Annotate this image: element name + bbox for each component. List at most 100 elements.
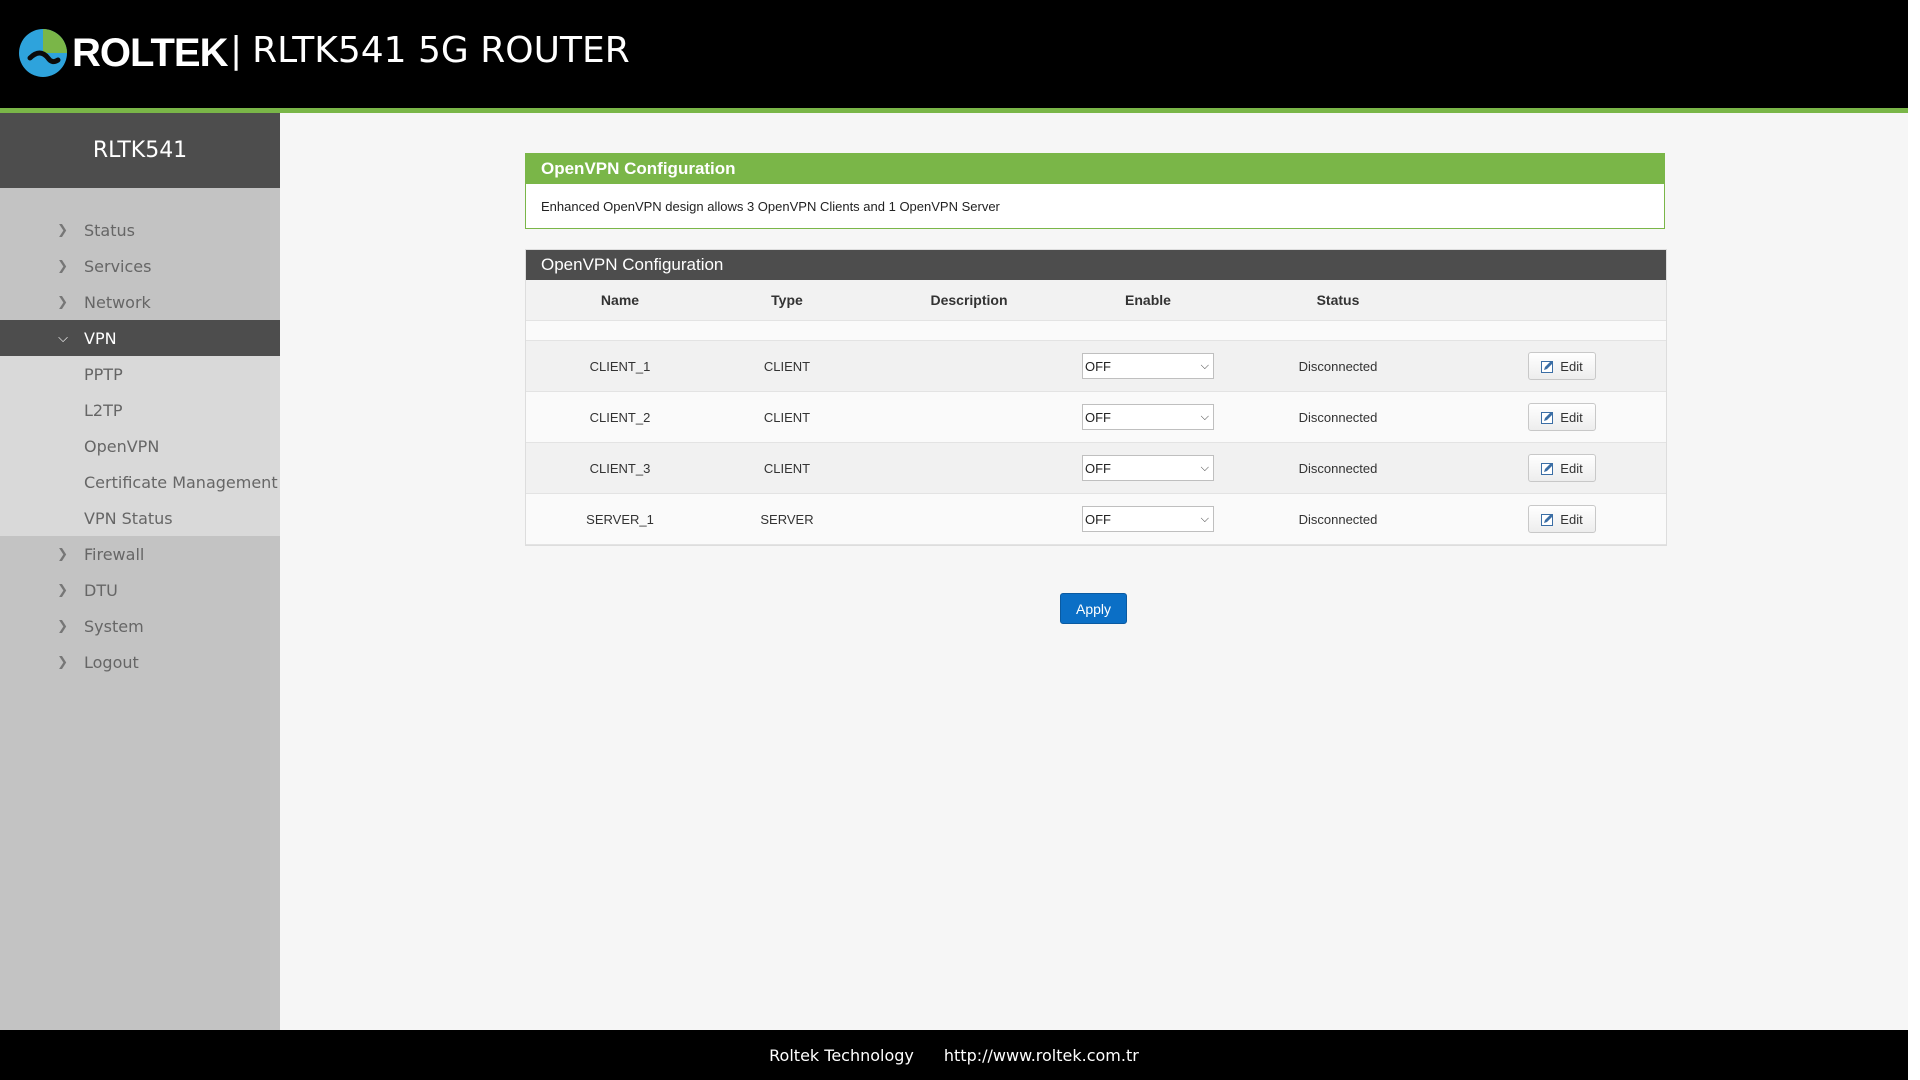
cell-action: Edit [1458, 352, 1666, 380]
cell-enable: OFF ⌵ [1078, 404, 1218, 430]
table-spacer-row [526, 320, 1666, 341]
submenu-item-pptp[interactable]: PPTP [0, 356, 280, 392]
chevron-right-icon: ❯ [57, 654, 68, 670]
cell-action: Edit [1458, 505, 1666, 533]
sidebar-title: RLTK541 [0, 113, 280, 188]
sidebar-item-firewall[interactable]: ❯ Firewall [0, 536, 280, 572]
submenu-item-vpn-status[interactable]: VPN Status [0, 500, 280, 536]
chevron-right-icon: ❯ [57, 258, 68, 274]
column-header-name: Name [600, 292, 640, 308]
vpn-submenu: PPTP L2TP OpenVPN Certificate Management… [0, 356, 280, 536]
cell-status: Disconnected [1298, 409, 1378, 425]
enable-select-value: OFF [1085, 460, 1111, 476]
cell-status: Disconnected [1298, 511, 1378, 527]
edit-icon [1541, 513, 1554, 526]
table-header-row: Name Type Description Enable Status [526, 280, 1666, 320]
info-panel-title: OpenVPN Configuration [526, 154, 1664, 184]
column-header-enable: Enable [1125, 292, 1171, 308]
chevron-down-icon: ⌵ [1200, 410, 1209, 423]
table-title: OpenVPN Configuration [526, 250, 1666, 280]
chevron-right-icon: ❯ [57, 618, 68, 634]
edit-button[interactable]: Edit [1528, 505, 1596, 533]
cell-status: Disconnected [1298, 358, 1378, 374]
apply-button[interactable]: Apply [1060, 593, 1127, 624]
edit-icon [1541, 411, 1554, 424]
sidebar-item-services[interactable]: ❯ Services [0, 248, 280, 284]
column-header-type: Type [771, 292, 803, 308]
chevron-right-icon: ❯ [57, 294, 68, 310]
sidebar-item-system[interactable]: ❯ System [0, 608, 280, 644]
cell-name: CLIENT_1 [589, 358, 651, 374]
sidebar-item-status[interactable]: ❯ Status [0, 212, 280, 248]
chevron-right-icon: ❯ [57, 546, 68, 562]
sidebar-item-label: System [84, 616, 144, 636]
edit-button-label: Edit [1560, 511, 1583, 527]
title-separator: | [230, 30, 243, 71]
column-header-description: Description [930, 292, 1008, 308]
table-row: CLIENT_1 CLIENT OFF ⌵ Disconnected Edit [526, 341, 1666, 392]
sidebar-item-label: Logout [84, 652, 139, 672]
edit-button-label: Edit [1560, 358, 1583, 374]
edit-icon [1541, 462, 1554, 475]
edit-button-label: Edit [1560, 460, 1583, 476]
page-right-margin [1908, 0, 1920, 1080]
sidebar-item-logout[interactable]: ❯ Logout [0, 644, 280, 680]
submenu-item-certificate-management[interactable]: Certificate Management [0, 464, 280, 500]
brand-name: ROLTEK [72, 30, 228, 75]
chevron-down-icon: ⌵ [1200, 359, 1209, 372]
sidebar-item-label: Network [84, 292, 151, 312]
openvpn-config-table: OpenVPN Configuration Name Type Descript… [525, 249, 1667, 546]
sidebar: RLTK541 ❯ Status ❯ Services ❯ Network ⌵ … [0, 113, 280, 1030]
footer-url-link[interactable]: http://www.roltek.com.tr [944, 1046, 1139, 1065]
enable-select-value: OFF [1085, 358, 1111, 374]
sidebar-item-dtu[interactable]: ❯ DTU [0, 572, 280, 608]
chevron-right-icon: ❯ [57, 582, 68, 598]
table-row: SERVER_1 SERVER OFF ⌵ Disconnected Edit [526, 494, 1666, 545]
enable-select[interactable]: OFF ⌵ [1082, 455, 1214, 481]
footer-company: Roltek Technology [769, 1045, 914, 1065]
footer: Roltek Technology http://www.roltek.com.… [0, 1030, 1908, 1080]
cell-type: CLIENT [763, 358, 811, 374]
model-title: | RLTK541 5G ROUTER [230, 30, 630, 71]
sidebar-item-label: DTU [84, 580, 118, 600]
table-row: CLIENT_3 CLIENT OFF ⌵ Disconnected Edit [526, 443, 1666, 494]
chevron-down-icon: ⌵ [1200, 461, 1209, 474]
sidebar-item-label: Services [84, 256, 152, 276]
sidebar-item-label: Firewall [84, 544, 145, 564]
cell-type: CLIENT [763, 409, 811, 425]
top-header: ROLTEK | RLTK541 5G ROUTER [0, 0, 1908, 108]
cell-enable: OFF ⌵ [1078, 353, 1218, 379]
edit-button[interactable]: Edit [1528, 352, 1596, 380]
cell-enable: OFF ⌵ [1078, 455, 1218, 481]
cell-type: SERVER [760, 511, 814, 527]
info-panel: OpenVPN Configuration Enhanced OpenVPN d… [525, 153, 1665, 229]
enable-select[interactable]: OFF ⌵ [1082, 353, 1214, 379]
cell-action: Edit [1458, 403, 1666, 431]
info-panel-text: Enhanced OpenVPN design allows 3 OpenVPN… [541, 198, 1000, 214]
sidebar-item-label: Status [84, 220, 135, 240]
cell-name: SERVER_1 [586, 511, 654, 527]
edit-button[interactable]: Edit [1528, 454, 1596, 482]
edit-button[interactable]: Edit [1528, 403, 1596, 431]
model-title-text: RLTK541 5G ROUTER [252, 30, 630, 71]
cell-type: CLIENT [763, 460, 811, 476]
main-content: OpenVPN Configuration Enhanced OpenVPN d… [280, 113, 1908, 1030]
sidebar-item-network[interactable]: ❯ Network [0, 284, 280, 320]
cell-name: CLIENT_3 [589, 460, 651, 476]
enable-select[interactable]: OFF ⌵ [1082, 506, 1214, 532]
cell-enable: OFF ⌵ [1078, 506, 1218, 532]
sidebar-item-vpn[interactable]: ⌵ VPN [0, 320, 280, 356]
submenu-item-openvpn[interactable]: OpenVPN [0, 428, 280, 464]
cell-name: CLIENT_2 [589, 409, 651, 425]
enable-select[interactable]: OFF ⌵ [1082, 404, 1214, 430]
table-row: CLIENT_2 CLIENT OFF ⌵ Disconnected Edit [526, 392, 1666, 443]
sidebar-item-label: VPN [84, 328, 117, 348]
cell-status: Disconnected [1298, 460, 1378, 476]
roltek-logo: ROLTEK [18, 28, 228, 78]
cell-action: Edit [1458, 454, 1666, 482]
submenu-item-l2tp[interactable]: L2TP [0, 392, 280, 428]
sidebar-nav: ❯ Status ❯ Services ❯ Network ⌵ VPN PPTP… [0, 188, 280, 680]
roltek-logo-icon [19, 29, 67, 77]
column-header-status: Status [1316, 292, 1360, 308]
chevron-down-icon: ⌵ [1200, 512, 1209, 525]
